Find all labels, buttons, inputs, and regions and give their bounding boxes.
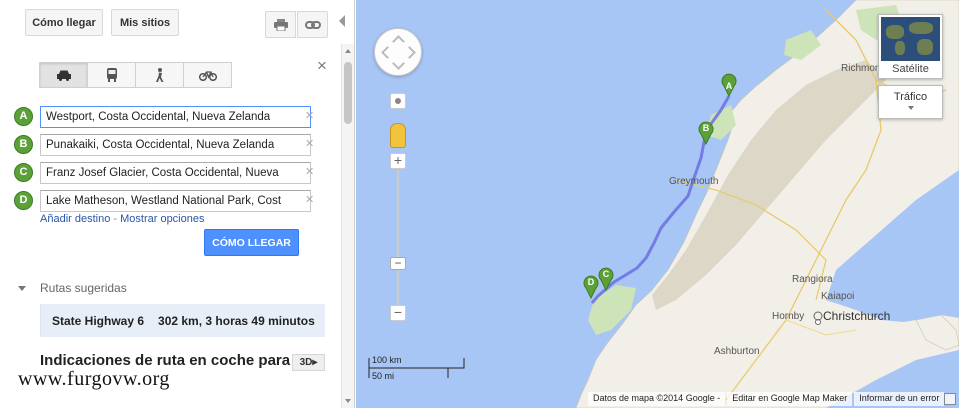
directions-panel: Cómo llegar Mis sitios × A Westport, Cos… — [0, 0, 355, 408]
remove-waypoint-icon[interactable]: ✕ — [305, 165, 315, 179]
route-option[interactable]: State Highway 6 302 km, 3 horas 49 minut… — [40, 304, 325, 337]
waypoint-input-a[interactable]: Westport, Costa Occidental, Nueva Zeland… — [40, 106, 311, 128]
bus-icon — [106, 68, 117, 82]
panel-scrollbar[interactable] — [341, 44, 354, 408]
route-marker-label: A — [726, 81, 733, 91]
street-view-pegman-icon[interactable] — [390, 123, 406, 148]
satellite-land-shape — [895, 41, 905, 55]
pan-control[interactable] — [374, 28, 422, 76]
travel-mode-bar — [39, 62, 232, 88]
route-summary: 302 km, 3 horas 49 minutos — [158, 313, 315, 328]
waypoint-marker-d: D — [14, 191, 33, 210]
map-scale: 100 km 50 mi — [368, 355, 468, 381]
mode-car-button[interactable] — [39, 62, 88, 88]
suggested-routes-toggle[interactable]: Rutas sugeridas — [18, 281, 127, 295]
scale-mi-label: 50 mi — [372, 371, 395, 381]
pan-right-icon[interactable] — [403, 46, 416, 59]
satellite-label: Satélite — [892, 63, 929, 75]
dropdown-caret-icon — [907, 106, 914, 110]
remove-waypoint-icon[interactable]: ✕ — [305, 193, 315, 207]
zoom-slider-track[interactable] — [397, 170, 399, 305]
route-marker-label: B — [703, 123, 710, 133]
link-separator: - — [110, 213, 121, 225]
map-footer: Datos de mapa ©2014 Google - Editar en G… — [588, 392, 946, 406]
waypoint-row-b: B Punakaiki, Costa Occidental, Nueva Zel… — [14, 134, 324, 156]
scroll-down-arrow-icon[interactable] — [345, 399, 351, 403]
waypoint-input-d[interactable]: Lake Matheson, Westland National Park, C… — [40, 190, 311, 212]
scale-km-label: 100 km — [372, 355, 402, 365]
my-location-icon[interactable] — [390, 93, 406, 109]
report-error-link[interactable]: Informar de un error — [854, 392, 945, 406]
mode-walk-button[interactable] — [135, 62, 184, 88]
get-directions-button[interactable]: CÓMO LLEGAR — [204, 229, 299, 256]
waypoint-marker-a: A — [14, 107, 33, 126]
pan-down-icon[interactable] — [392, 57, 405, 70]
collapse-panel-icon[interactable] — [338, 14, 346, 28]
route-marker-label: C — [603, 269, 610, 279]
pan-left-icon[interactable] — [381, 46, 394, 59]
route-marker-label: D — [588, 277, 595, 287]
traffic-label: Tráfico — [893, 91, 928, 103]
satellite-land-shape — [909, 22, 933, 34]
directions-tab[interactable]: Cómo llegar — [25, 9, 103, 36]
mode-transit-button[interactable] — [87, 62, 136, 88]
print-button[interactable] — [265, 11, 296, 38]
mode-bike-button[interactable] — [183, 62, 232, 88]
waypoint-input-b[interactable]: Punakaiki, Costa Occidental, Nueva Zelan… — [40, 134, 311, 156]
walking-icon — [155, 67, 163, 82]
my-places-tab[interactable]: Mis sitios — [111, 9, 179, 36]
label-kaiapoi: Kaiapoi — [821, 291, 855, 302]
waypoint-row-c: C Franz Josef Glacier, Costa Occidental,… — [14, 162, 324, 184]
link-icon — [304, 20, 321, 29]
label-greymouth: Greymouth — [669, 176, 719, 187]
label-ashburton: Ashburton — [714, 346, 760, 357]
watermark: www.furgovw.org — [18, 368, 170, 390]
traffic-toggle-button[interactable]: Tráfico — [878, 85, 943, 119]
zoom-in-button[interactable]: + — [390, 153, 406, 169]
driving-directions-title: Indicaciones de ruta en coche para — [40, 352, 291, 369]
label-hornby: Hornby — [772, 311, 805, 322]
map-canvas[interactable]: A B C D Richmond Greymouth Rangiora Kaia… — [356, 0, 959, 408]
3d-button[interactable]: 3D ▸ — [292, 354, 325, 371]
3d-label: 3D — [299, 357, 313, 368]
scroll-thumb[interactable] — [344, 62, 352, 124]
collapse-triangle-icon — [18, 285, 26, 291]
zoom-out-button[interactable]: − — [390, 305, 406, 321]
waypoint-marker-c: C — [14, 163, 33, 182]
add-destination-link[interactable]: Añadir destino — [40, 213, 110, 225]
printer-icon — [273, 18, 288, 31]
satellite-land-shape — [886, 25, 904, 39]
close-directions-icon[interactable]: × — [314, 57, 330, 74]
expand-footer-icon[interactable] — [944, 393, 956, 405]
show-options-link[interactable]: Mostrar opciones — [120, 213, 204, 225]
bicycle-icon — [198, 71, 217, 81]
label-christchurch: Christchurch — [823, 309, 891, 323]
satellite-toggle-button[interactable]: Satélite — [878, 14, 943, 79]
map-graphic: A B C D — [356, 0, 959, 408]
suggested-routes-heading: Rutas sugeridas — [40, 281, 127, 295]
waypoint-links: Añadir destino - Mostrar opciones — [40, 213, 204, 225]
remove-waypoint-icon[interactable]: ✕ — [305, 137, 315, 151]
link-button[interactable] — [297, 11, 328, 38]
waypoint-input-c[interactable]: Franz Josef Glacier, Costa Occidental, N… — [40, 162, 311, 184]
waypoint-marker-b: B — [14, 135, 33, 154]
zoom-slider-thumb[interactable]: − — [390, 257, 406, 270]
car-icon — [56, 70, 71, 81]
route-name: State Highway 6 — [52, 313, 145, 328]
satellite-thumbnail — [881, 17, 940, 61]
pan-up-icon[interactable] — [392, 35, 405, 48]
label-rangiora: Rangiora — [792, 274, 833, 285]
waypoint-row-a: A Westport, Costa Occidental, Nueva Zela… — [14, 106, 324, 128]
edit-in-map-maker-link[interactable]: Editar en Google Map Maker — [727, 392, 853, 406]
waypoint-row-d: D Lake Matheson, Westland National Park,… — [14, 190, 324, 212]
satellite-land-shape — [917, 39, 933, 55]
scroll-up-arrow-icon[interactable] — [345, 49, 351, 53]
remove-waypoint-icon[interactable]: ✕ — [305, 109, 315, 123]
map-attribution: Datos de mapa ©2014 Google - — [588, 392, 726, 406]
